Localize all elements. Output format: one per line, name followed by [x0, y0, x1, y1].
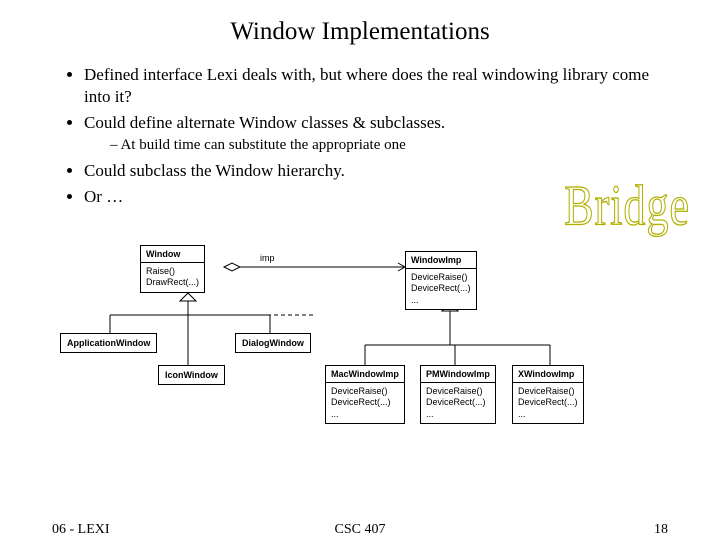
uml-pm-ops: DeviceRaise() DeviceRect(...) ...: [421, 383, 495, 423]
footer-right: 18: [654, 522, 668, 538]
uml-dialogwindow: DialogWindow: [235, 333, 311, 353]
uml-window-name: Window: [141, 246, 204, 263]
bridge-wordart: Bridge: [564, 172, 690, 238]
bullet-2: Could define alternate Window classes & …: [84, 112, 670, 156]
uml-window-ops: Raise() DrawRect(...): [141, 263, 204, 292]
uml-imp-label: imp: [260, 253, 275, 263]
uml-pm-name: PMWindowImp: [421, 366, 495, 383]
uml-mac-name: MacWindowImp: [326, 366, 404, 383]
uml-mac-ops: DeviceRaise() DeviceRect(...) ...: [326, 383, 404, 423]
uml-iconwindow: IconWindow: [158, 365, 225, 385]
uml-x-ops: DeviceRaise() DeviceRect(...) ...: [513, 383, 583, 423]
slide-title: Window Implementations: [50, 18, 670, 46]
bullet-2-sub-1: At build time can substitute the appropr…: [110, 136, 670, 156]
footer-mid: CSC 407: [0, 522, 720, 538]
uml-windowimp-ops: DeviceRaise() DeviceRect(...) ...: [406, 269, 476, 309]
bullet-2-text: Could define alternate Window classes & …: [84, 113, 445, 132]
uml-appwindow: ApplicationWindow: [60, 333, 157, 353]
uml-x-name: XWindowImp: [513, 366, 583, 383]
uml-windowimp-name: WindowImp: [406, 252, 476, 269]
bullet-1: Defined interface Lexi deals with, but w…: [84, 64, 670, 108]
